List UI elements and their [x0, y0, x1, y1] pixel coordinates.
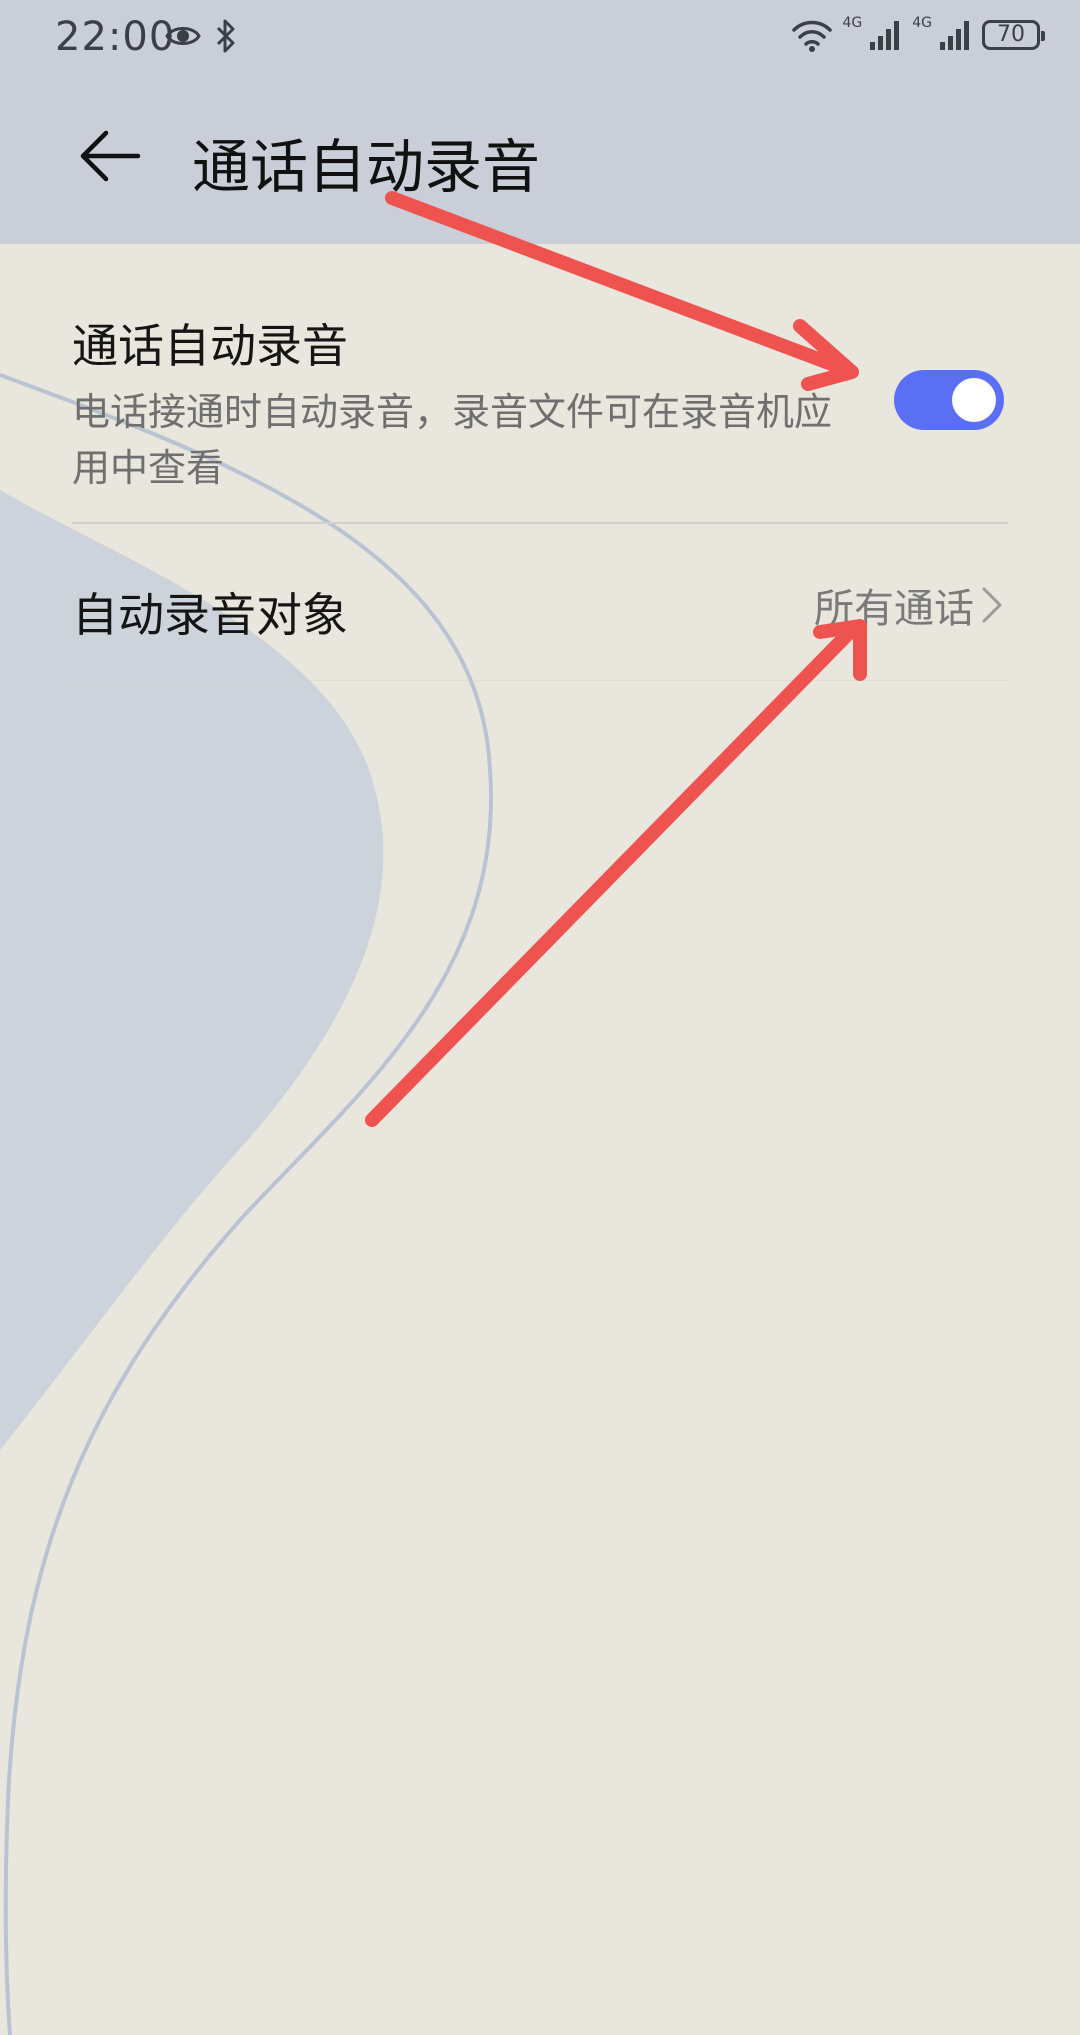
status-left-icons	[165, 18, 237, 54]
network-type-1: 4G	[842, 15, 863, 31]
auto-record-toggle[interactable]	[894, 370, 1004, 430]
eye-icon	[165, 27, 201, 45]
auto-record-title: 通话自动录音	[72, 319, 348, 373]
auto-record-description: 电话接通时自动录音，录音文件可在录音机应用中查看	[72, 390, 833, 490]
auto-record-setting: 通话自动录音 电话接通时自动录音，录音文件可在录音机应用中查看	[72, 244, 1008, 524]
record-target-title: 自动录音对象	[72, 588, 348, 642]
app-bar: 通话自动录音	[0, 80, 1080, 244]
bluetooth-icon	[216, 19, 235, 53]
chevron-right-icon	[982, 587, 1002, 623]
wifi-icon	[792, 20, 833, 52]
signal-icon	[870, 21, 900, 50]
settings-screen: 22:00 4G 4G 70 通话自动录音 通话自动录音 电话接通时自动录音，录…	[0, 0, 1080, 2035]
signal-icon	[940, 21, 969, 50]
status-right-icons: 4G 4G 70	[792, 15, 1045, 52]
status-bar: 22:00 4G 4G 70	[0, 0, 1080, 80]
status-time: 22:00	[55, 14, 176, 60]
page-title: 通话自动录音	[192, 133, 541, 201]
network-type-2: 4G	[912, 15, 932, 31]
settings-list: 通话自动录音 电话接通时自动录音，录音文件可在录音机应用中查看 自动录音对象 所…	[0, 244, 1080, 681]
battery-icon: 70	[982, 20, 1045, 50]
back-button[interactable]	[70, 116, 150, 196]
arrow-left-icon	[80, 130, 141, 182]
record-target-setting[interactable]: 自动录音对象 所有通话	[72, 524, 1008, 681]
toggle-knob	[952, 378, 996, 422]
battery-level: 70	[997, 22, 1025, 47]
record-target-value: 所有通话	[814, 586, 974, 632]
record-target-value-button[interactable]: 所有通话	[814, 576, 1004, 634]
